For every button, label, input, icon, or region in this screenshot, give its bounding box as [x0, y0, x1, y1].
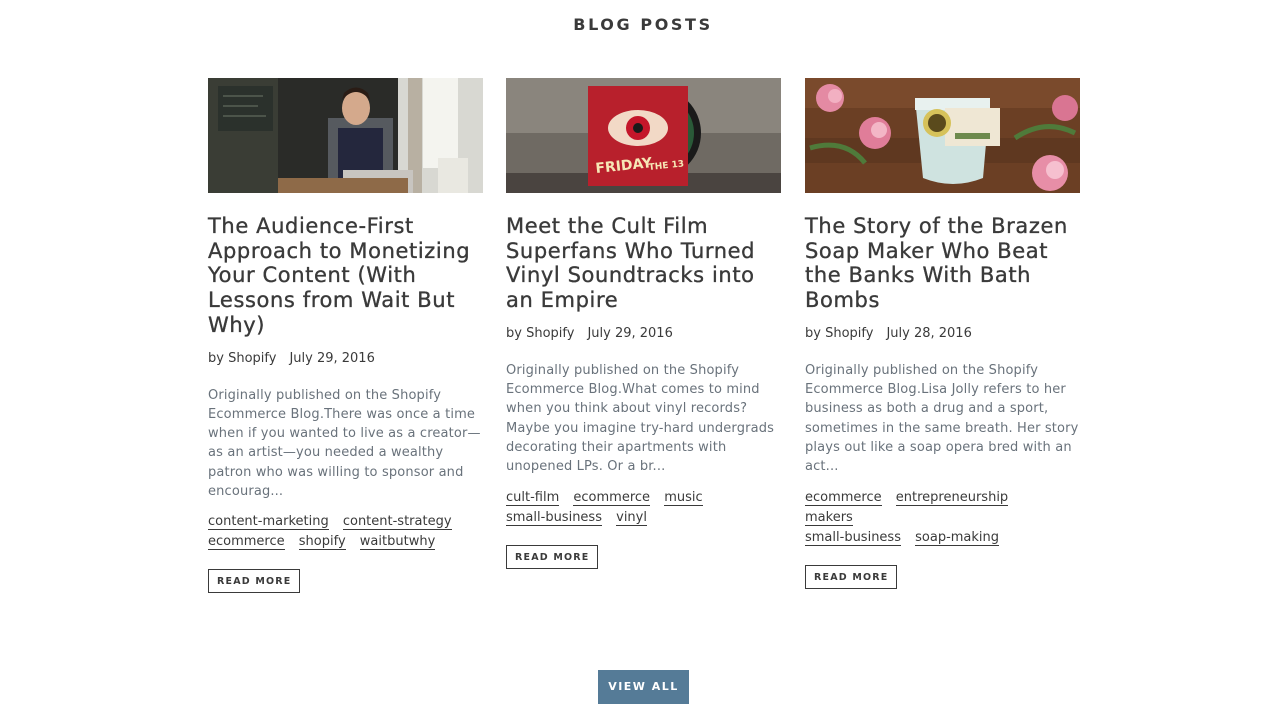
tag-link[interactable]: soap-making — [915, 530, 1000, 546]
blog-card-tags: content-marketing content-strategy ecomm… — [208, 512, 483, 552]
tag-link[interactable]: small-business — [506, 510, 602, 526]
blog-card-excerpt: Originally published on the Shopify Ecom… — [805, 362, 1079, 475]
blog-card-image[interactable] — [805, 78, 1080, 193]
blog-card-meta: by Shopify July 29, 2016 — [506, 326, 781, 342]
tag-link[interactable]: ecommerce — [805, 490, 882, 506]
blog-card-excerpt: Originally published on the Shopify Ecom… — [208, 387, 481, 499]
blog-card-image[interactable] — [208, 78, 483, 193]
tag-link[interactable]: entrepreneurship — [895, 490, 1009, 506]
blog-card-author: by Shopify — [805, 325, 874, 341]
tag-link[interactable]: vinyl — [616, 510, 647, 526]
blog-card-image[interactable]: FRIDAY THE 13 — [506, 78, 781, 193]
tag-link[interactable]: content-strategy — [342, 514, 452, 531]
read-more-button[interactable]: READ MORE — [208, 569, 301, 594]
blog-card-date: July 29, 2016 — [289, 350, 375, 366]
tag-link[interactable]: content-marketing — [208, 514, 329, 531]
blog-card-date: July 29, 2016 — [587, 325, 673, 341]
blog-card-tags: cult-film ecommerce music small-business… — [506, 488, 781, 528]
tag-link[interactable]: small-business — [805, 530, 901, 546]
tag-link[interactable]: ecommerce — [573, 490, 651, 506]
blog-card-title[interactable]: The Story of the Brazen Soap Maker Who B… — [805, 214, 1080, 313]
blog-card-meta: by Shopify July 29, 2016 — [208, 351, 483, 367]
blog-card-author: by Shopify — [506, 325, 575, 341]
tag-link[interactable]: makers — [805, 510, 853, 526]
blog-card-3: The Story of the Brazen Soap Maker Who B… — [805, 78, 1080, 589]
section-title: BLOG POSTS — [573, 15, 713, 34]
tag-link[interactable]: music — [664, 490, 703, 506]
tag-link[interactable]: cult-film — [506, 490, 560, 506]
blog-card-1: The Audience-First Approach to Monetizin… — [208, 78, 483, 594]
tag-link[interactable]: shopify — [298, 534, 346, 551]
blog-card-2: FRIDAY THE 13 Meet the Cult Film Superfa… — [506, 78, 781, 569]
blog-card-excerpt: Originally published on the Shopify Ecom… — [506, 362, 775, 475]
read-more-button[interactable]: READ MORE — [805, 564, 898, 589]
tag-link[interactable]: waitbutwhy — [359, 534, 436, 551]
view-all-button[interactable]: VIEW ALL — [598, 670, 689, 704]
blog-card-tags: ecommerce entrepreneurship makers small-… — [805, 488, 1080, 548]
blog-card-title[interactable]: The Audience-First Approach to Monetizin… — [208, 214, 483, 338]
blog-card-date: July 28, 2016 — [886, 325, 972, 341]
read-more-button[interactable]: READ MORE — [506, 544, 599, 569]
blog-card-author: by Shopify — [208, 350, 277, 366]
blog-card-meta: by Shopify July 28, 2016 — [805, 326, 1080, 342]
tag-link[interactable]: ecommerce — [208, 534, 285, 551]
blog-card-title[interactable]: Meet the Cult Film Superfans Who Turned … — [506, 214, 781, 313]
